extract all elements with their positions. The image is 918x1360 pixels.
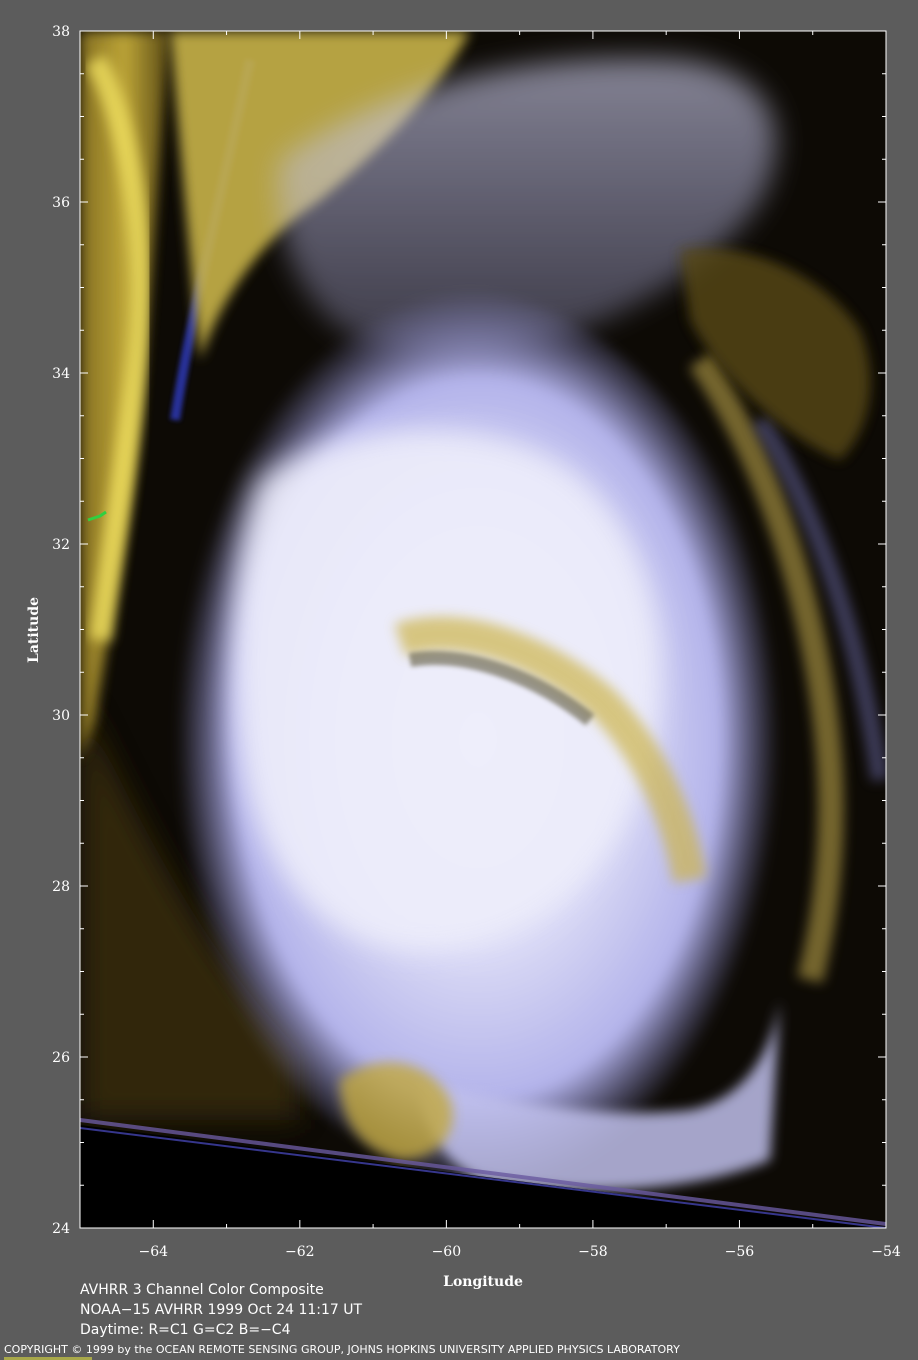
x-tick-label: −62 <box>285 1244 315 1260</box>
y-tick-label: 38 <box>52 24 70 40</box>
y-tick-label: 28 <box>52 879 70 895</box>
x-axis-title: Longitude <box>443 1274 523 1290</box>
x-tick-label: −64 <box>138 1244 168 1260</box>
copyright-notice: COPYRIGHT © 1999 by the OCEAN REMOTE SEN… <box>4 1343 680 1356</box>
y-tick-label: 36 <box>52 195 70 211</box>
y-tick-label: 26 <box>52 1050 70 1066</box>
y-tick-label: 30 <box>52 708 70 724</box>
satellite-pass-info: NOAA−15 AVHRR 1999 Oct 24 11:17 UT <box>80 1302 363 1318</box>
y-tick-label: 24 <box>52 1221 70 1237</box>
product-title: AVHRR 3 Channel Color Composite <box>80 1282 324 1298</box>
y-axis-title: Latitude <box>26 597 42 663</box>
x-tick-label: −58 <box>578 1244 608 1260</box>
x-tick-label: −56 <box>725 1244 755 1260</box>
satellite-figure: −64 −62 −60 −58 −56 −54 24 26 28 30 32 34 36 38 Long… <box>26 24 901 1290</box>
y-tick-label: 34 <box>52 366 70 382</box>
channel-mapping: Daytime: R=C1 G=C2 B=−C4 <box>80 1322 291 1338</box>
x-tick-label: −60 <box>432 1244 462 1260</box>
y-tick-label: 32 <box>52 537 70 553</box>
x-tick-label: −54 <box>871 1244 901 1260</box>
